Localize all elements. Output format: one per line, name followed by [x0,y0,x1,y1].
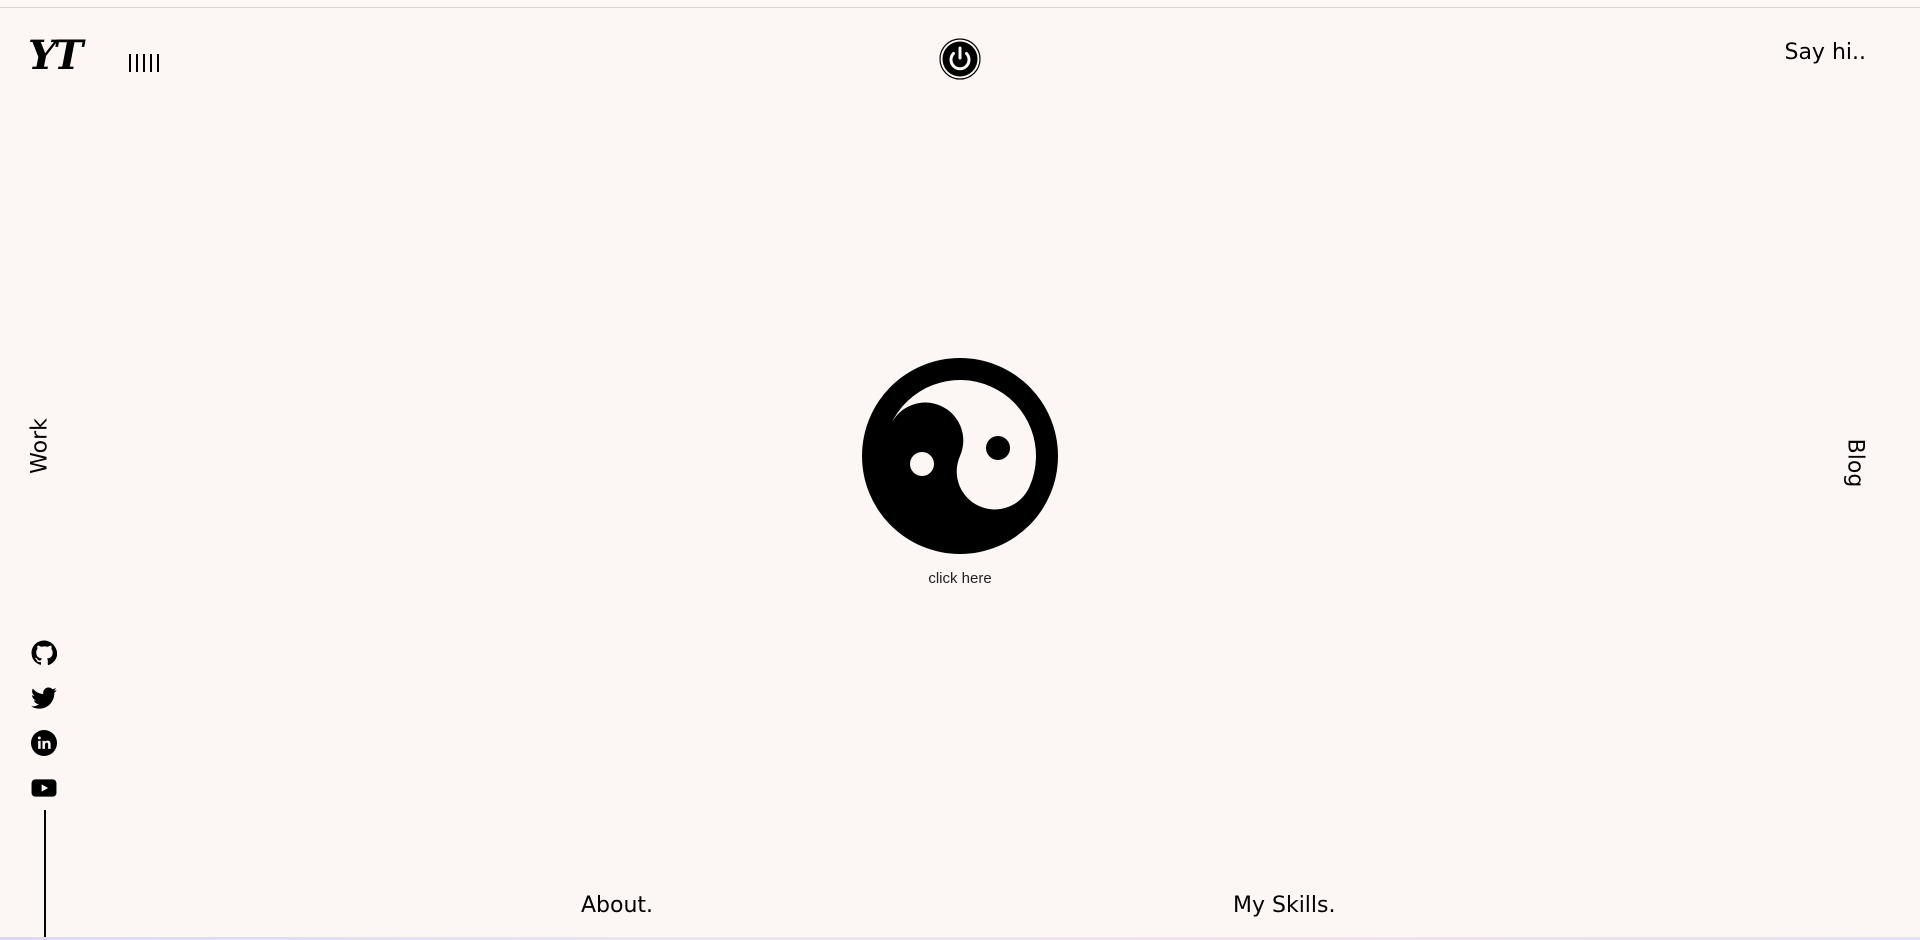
power-icon[interactable] [939,38,981,80]
say-hi-link[interactable]: Say hi.. [1784,40,1866,65]
sound-bar [129,54,131,72]
sound-bar [150,54,152,72]
social-links [31,640,57,801]
center-hero: click here [862,358,1058,587]
sound-toggle[interactable] [129,54,159,72]
social-divider-line [44,810,46,940]
top-divider [0,7,1920,8]
logo[interactable]: YT [28,36,83,76]
sound-bar [157,54,159,72]
click-here-caption: click here [928,570,992,587]
youtube-icon[interactable] [31,775,57,801]
sound-bar [143,54,145,72]
github-icon[interactable] [31,640,57,666]
about-link[interactable]: About. [581,893,653,918]
skills-link[interactable]: My Skills. [1233,893,1336,918]
twitter-icon[interactable] [31,685,57,711]
work-link[interactable]: Work [28,418,53,474]
landing-page: YT Say hi.. Work Blog click here About. … [0,0,1920,940]
yin-yang-icon[interactable] [862,358,1058,554]
blog-link[interactable]: Blog [1843,439,1868,488]
linkedin-icon[interactable] [31,730,57,756]
sound-bar [136,54,138,72]
